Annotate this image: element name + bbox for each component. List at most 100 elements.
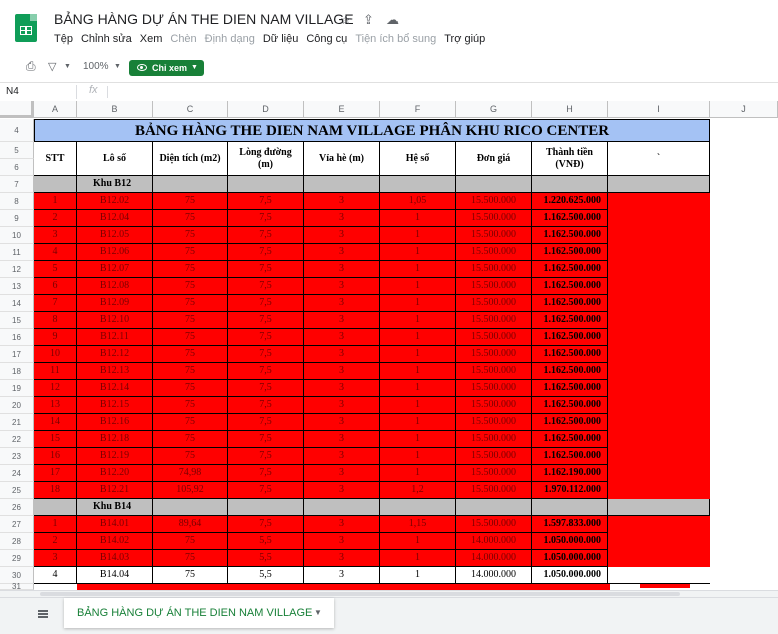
- row-header[interactable]: 11: [0, 244, 34, 261]
- table-cell[interactable]: 1: [380, 397, 456, 414]
- table-cell[interactable]: 75: [153, 193, 228, 210]
- menu-item[interactable]: Tệp: [54, 33, 73, 45]
- menu-item[interactable]: Tiện ích bổ sung: [355, 33, 436, 45]
- table-cell[interactable]: 1,2: [380, 482, 456, 499]
- table-cell[interactable]: 1.162.500.000: [532, 278, 608, 295]
- table-cell[interactable]: 3: [304, 261, 380, 278]
- lot-cell[interactable]: B12.16: [77, 414, 153, 431]
- column-header[interactable]: C: [153, 101, 228, 118]
- table-cell[interactable]: 15.500.000: [456, 431, 532, 448]
- row-header[interactable]: 13: [0, 278, 34, 295]
- table-cell[interactable]: 1.162.500.000: [532, 295, 608, 312]
- table-cell[interactable]: 7,5: [228, 312, 304, 329]
- table-cell[interactable]: 15.500.000: [456, 380, 532, 397]
- table-cell[interactable]: 7,5: [228, 193, 304, 210]
- table-cell[interactable]: 75: [153, 414, 228, 431]
- table-cell[interactable]: 3: [304, 295, 380, 312]
- table-cell[interactable]: 12: [34, 380, 77, 397]
- menu-item[interactable]: Dữ liệu: [263, 33, 299, 45]
- table-cell-extra[interactable]: [608, 329, 710, 346]
- lot-cell[interactable]: B12.08: [77, 278, 153, 295]
- lot-cell[interactable]: B12.11: [77, 329, 153, 346]
- table-cell[interactable]: 7,5: [228, 465, 304, 482]
- table-cell[interactable]: 15.500.000: [456, 329, 532, 346]
- table-cell[interactable]: 14.000.000: [456, 567, 532, 584]
- table-cell-extra[interactable]: [608, 210, 710, 227]
- table-cell-extra[interactable]: [608, 397, 710, 414]
- table-cell[interactable]: 14.000.000: [456, 550, 532, 567]
- table-cell[interactable]: 1: [380, 414, 456, 431]
- table-cell[interactable]: 1: [380, 533, 456, 550]
- sheet-tab[interactable]: BẢNG HÀNG DỰ ÁN THE DIEN NAM VILLAGE ▼: [64, 598, 334, 628]
- table-cell[interactable]: 1: [380, 261, 456, 278]
- table-cell[interactable]: 1: [380, 244, 456, 261]
- sheet-list-icon[interactable]: [38, 610, 48, 618]
- table-cell[interactable]: 4: [34, 567, 77, 584]
- row-header[interactable]: 14: [0, 295, 34, 312]
- table-cell[interactable]: 5,5: [228, 550, 304, 567]
- lot-cell[interactable]: B14.03: [77, 550, 153, 567]
- move-to-drive-icon[interactable]: ⇪: [363, 12, 374, 28]
- lot-cell[interactable]: B12.04: [77, 210, 153, 227]
- table-cell[interactable]: 5,5: [228, 533, 304, 550]
- table-cell[interactable]: 7,5: [228, 431, 304, 448]
- lot-cell[interactable]: B12.18: [77, 431, 153, 448]
- row-header[interactable]: 17: [0, 346, 34, 363]
- lot-cell[interactable]: B12.10: [77, 312, 153, 329]
- table-cell[interactable]: 75: [153, 363, 228, 380]
- row-header[interactable]: 16: [0, 329, 34, 346]
- table-cell[interactable]: 75: [153, 431, 228, 448]
- table-cell[interactable]: 15.500.000: [456, 244, 532, 261]
- table-cell[interactable]: 1.162.500.000: [532, 363, 608, 380]
- table-cell[interactable]: 1.970.112.000: [532, 482, 608, 499]
- table-cell[interactable]: 7,5: [228, 363, 304, 380]
- column-header[interactable]: E: [304, 101, 380, 118]
- table-cell[interactable]: 75: [153, 278, 228, 295]
- table-cell[interactable]: 3: [304, 567, 380, 584]
- table-cell-extra[interactable]: [608, 431, 710, 448]
- table-cell[interactable]: 1: [34, 193, 77, 210]
- table-cell[interactable]: 3: [304, 312, 380, 329]
- table-cell-extra[interactable]: [608, 448, 710, 465]
- table-cell[interactable]: 15.500.000: [456, 482, 532, 499]
- table-cell-extra[interactable]: [608, 346, 710, 363]
- view-only-button[interactable]: Chỉ xem ▼: [129, 60, 204, 76]
- filter-icon[interactable]: ▽: [48, 60, 56, 73]
- table-cell[interactable]: 15.500.000: [456, 210, 532, 227]
- table-cell[interactable]: 15.500.000: [456, 261, 532, 278]
- table-cell[interactable]: 3: [304, 346, 380, 363]
- table-cell[interactable]: 1.162.500.000: [532, 397, 608, 414]
- table-cell[interactable]: 75: [153, 244, 228, 261]
- table-cell[interactable]: 1: [380, 329, 456, 346]
- lot-cell[interactable]: B12.09: [77, 295, 153, 312]
- name-box[interactable]: N4: [6, 86, 19, 97]
- table-cell[interactable]: 75: [153, 567, 228, 584]
- table-cell[interactable]: 1.162.500.000: [532, 414, 608, 431]
- column-header[interactable]: A: [34, 101, 77, 118]
- table-cell[interactable]: 3: [34, 227, 77, 244]
- table-cell[interactable]: 15.500.000: [456, 363, 532, 380]
- table-cell[interactable]: 4: [34, 244, 77, 261]
- table-cell[interactable]: 1.597.833.000: [532, 516, 608, 533]
- table-cell[interactable]: 3: [304, 448, 380, 465]
- table-cell-extra[interactable]: [608, 533, 710, 550]
- row-header[interactable]: 4: [0, 119, 34, 142]
- table-cell[interactable]: 7,5: [228, 295, 304, 312]
- table-cell[interactable]: 3: [304, 516, 380, 533]
- table-cell[interactable]: 89,64: [153, 516, 228, 533]
- star-icon[interactable]: ☆: [340, 12, 352, 28]
- table-cell[interactable]: 15.500.000: [456, 516, 532, 533]
- table-cell-extra[interactable]: [608, 516, 710, 533]
- horizontal-scrollbar[interactable]: [0, 590, 778, 597]
- table-cell[interactable]: 5: [34, 261, 77, 278]
- table-cell[interactable]: 75: [153, 550, 228, 567]
- table-cell[interactable]: 1.050.000.000: [532, 550, 608, 567]
- table-cell[interactable]: 3: [304, 550, 380, 567]
- table-cell[interactable]: 3: [304, 533, 380, 550]
- row-header[interactable]: 20: [0, 397, 34, 414]
- table-cell[interactable]: 1.162.500.000: [532, 329, 608, 346]
- row-header[interactable]: 10: [0, 227, 34, 244]
- table-cell[interactable]: 2: [34, 533, 77, 550]
- table-cell[interactable]: 1: [380, 210, 456, 227]
- row-header[interactable]: 29: [0, 550, 34, 567]
